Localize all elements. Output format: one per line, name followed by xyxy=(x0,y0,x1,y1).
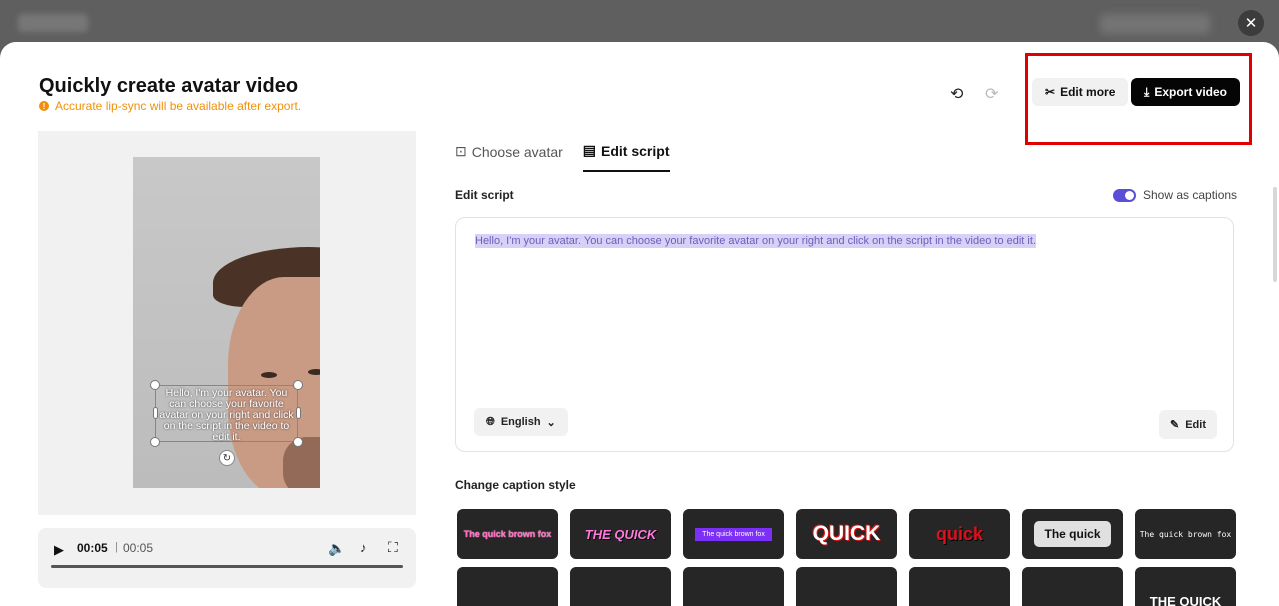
warning-icon: ! xyxy=(39,101,49,111)
video-preview-panel: Hello, I'm your avatar. You can choose y… xyxy=(38,131,416,515)
caption-style-grid: The quick brown fox THE QUICK The quick … xyxy=(457,509,1236,606)
tab-bar: ⊡ Choose avatar ▤ Edit script xyxy=(455,142,670,172)
caption-style-option[interactable] xyxy=(457,567,558,606)
video-player-controls: ▶ 00:05 | 00:05 🔈 ♪ ⛶ xyxy=(38,528,416,588)
pencil-icon: ✎ xyxy=(1170,419,1180,431)
caption-style-option[interactable]: THE QUICK xyxy=(570,509,671,559)
background-logo xyxy=(18,14,88,32)
resize-handle[interactable] xyxy=(150,437,160,447)
redo-icon: ⟳ xyxy=(985,86,999,103)
caption-style-option[interactable]: quick xyxy=(909,509,1010,559)
tab-label: Choose avatar xyxy=(471,143,563,160)
script-text[interactable]: Hello, I'm your avatar. You can choose y… xyxy=(475,234,1036,248)
avatar-eye xyxy=(261,372,277,378)
resize-handle[interactable] xyxy=(293,380,303,390)
warning-text: Accurate lip-sync will be available afte… xyxy=(55,99,302,113)
background-toolbar xyxy=(1100,14,1210,34)
resize-handle[interactable] xyxy=(150,380,160,390)
scrollbar[interactable] xyxy=(1273,187,1277,282)
tab-choose-avatar[interactable]: ⊡ Choose avatar xyxy=(455,142,563,172)
avatar-eye xyxy=(308,369,320,375)
time-separator: | xyxy=(115,541,118,553)
progress-track[interactable] xyxy=(51,565,403,568)
edit-label: Edit xyxy=(1185,418,1206,431)
caption-style-option[interactable]: The quick brown fox xyxy=(1135,509,1236,559)
fullscreen-icon[interactable]: ⛶ xyxy=(388,539,398,556)
current-time: 00:05 xyxy=(77,541,108,555)
close-icon[interactable]: ✕ xyxy=(1238,10,1264,36)
caption-style-option[interactable] xyxy=(683,567,784,606)
side-handle[interactable] xyxy=(296,407,301,419)
caption-box[interactable]: Hello, I'm your avatar. You can choose y… xyxy=(155,385,298,443)
script-editor[interactable]: Hello, I'm your avatar. You can choose y… xyxy=(455,217,1234,452)
lip-sync-warning: ! Accurate lip-sync will be available af… xyxy=(39,99,301,113)
caption-style-option[interactable]: The quick brown fox xyxy=(457,509,558,559)
caption-style-heading: Change caption style xyxy=(455,478,576,492)
edit-button[interactable]: ✎ Edit xyxy=(1159,410,1217,439)
undo-icon[interactable]: ⟲ xyxy=(950,84,963,104)
total-time: 00:05 xyxy=(123,541,154,555)
tiktok-icon[interactable]: ♪ xyxy=(360,540,367,555)
script-icon: ▤ xyxy=(582,142,597,158)
captions-toggle-row: Show as captions xyxy=(1113,188,1237,202)
caption-style-option[interactable] xyxy=(909,567,1010,606)
globe-icon: 🌐︎ xyxy=(486,415,495,428)
language-select[interactable]: 🌐︎ English ⌄ xyxy=(474,408,568,436)
tab-edit-script[interactable]: ▤ Edit script xyxy=(582,142,670,172)
volume-icon[interactable]: 🔈 xyxy=(328,540,345,557)
resize-handle[interactable] xyxy=(293,437,303,447)
avatar-video-modal: Quickly create avatar video ! Accurate l… xyxy=(0,42,1279,606)
caption-style-option[interactable]: The quick brown fox xyxy=(683,509,784,559)
caption-style-option[interactable] xyxy=(570,567,671,606)
caption-style-option[interactable] xyxy=(1022,567,1123,606)
tab-label: Edit script xyxy=(601,142,670,159)
side-handle[interactable] xyxy=(153,407,158,419)
chevron-down-icon: ⌄ xyxy=(546,416,556,429)
play-icon[interactable]: ▶ xyxy=(54,542,64,558)
rotate-icon[interactable]: ↻ xyxy=(219,450,235,466)
caption-style-option[interactable]: QUICK xyxy=(796,509,897,559)
edit-script-heading: Edit script xyxy=(455,188,514,202)
highlight-box xyxy=(1025,53,1252,145)
caption-style-option[interactable]: The quick xyxy=(1022,509,1123,559)
page-title: Quickly create avatar video xyxy=(39,75,299,97)
caption-style-option[interactable]: THE QUICK xyxy=(1135,567,1236,606)
caption-style-option[interactable] xyxy=(796,567,897,606)
show-captions-toggle[interactable] xyxy=(1113,188,1136,202)
toggle-label: Show as captions xyxy=(1143,188,1238,202)
language-value: English xyxy=(500,416,541,428)
avatar-icon: ⊡ xyxy=(455,143,467,159)
